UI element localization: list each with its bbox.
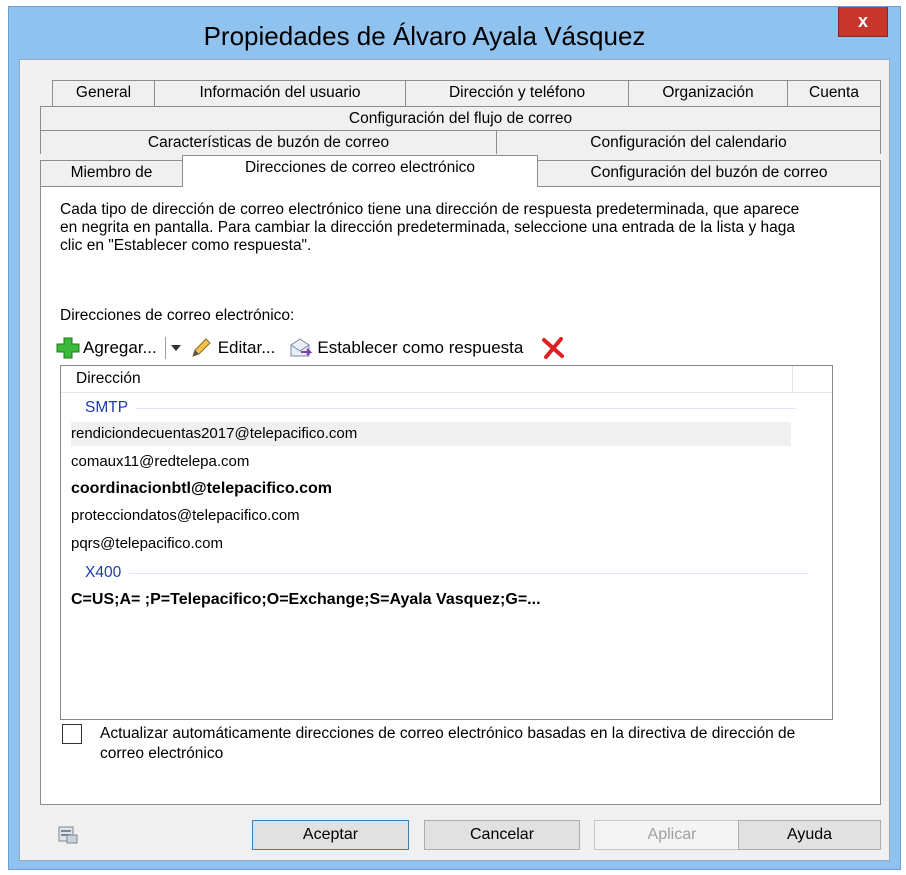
window-title: Propiedades de Álvaro Ayala Vásquez — [203, 21, 646, 51]
list-item-default-reply[interactable]: C=US;A= ;P=Telepacifico;O=Exchange;S=Aya… — [71, 588, 547, 612]
tab-direcciones-correo[interactable]: Direcciones de correo electrónico — [182, 155, 538, 187]
auto-update-label: Actualizar automáticamente direcciones d… — [100, 725, 796, 762]
list-header: Dirección — [61, 366, 832, 393]
delete-icon — [542, 337, 565, 359]
auto-update-checkbox[interactable] — [62, 724, 82, 744]
title-bar[interactable]: Propiedades de Álvaro Ayala Vásquez x — [9, 7, 900, 57]
add-dropdown-button[interactable] — [164, 337, 182, 359]
apply-button[interactable]: Aplicar — [594, 820, 750, 850]
tab-general[interactable]: General — [52, 80, 155, 106]
group-label: X400 — [85, 564, 122, 581]
group-header-x400: X400 — [85, 562, 810, 584]
separator — [164, 337, 166, 359]
ok-button[interactable]: Aceptar — [252, 820, 409, 850]
tab-caracteristicas-buzon[interactable]: Características de buzón de correo — [40, 130, 497, 154]
addresses-label: Direcciones de correo electrónico: — [60, 307, 295, 324]
description-text: Cada tipo de dirección de correo electró… — [60, 201, 800, 254]
delete-button[interactable] — [541, 337, 565, 359]
edit-label: Editar... — [217, 338, 276, 357]
chevron-down-icon — [170, 345, 181, 351]
tab-miembro-de[interactable]: Miembro de — [40, 160, 183, 186]
properties-page-icon — [58, 826, 78, 844]
tab-cuenta[interactable]: Cuenta — [787, 80, 881, 106]
address-list[interactable]: Dirección SMTP rendiciondecuentas2017@te… — [60, 365, 833, 720]
help-button[interactable]: Ayuda — [738, 820, 881, 850]
tab-configuracion-buzon[interactable]: Configuración del buzón de correo — [537, 160, 881, 186]
group-header-smtp: SMTP — [85, 397, 797, 419]
pencil-icon — [191, 338, 211, 357]
auto-update-option: Actualizar automáticamente direcciones d… — [62, 724, 820, 764]
group-divider — [129, 572, 810, 574]
column-header-direccion[interactable]: Dirección — [61, 366, 793, 392]
properties-dialog: Propiedades de Álvaro Ayala Vásquez x Ge… — [8, 6, 901, 870]
close-button[interactable]: x — [838, 7, 888, 37]
edit-button[interactable]: Editar... — [190, 337, 276, 359]
address-toolbar: Agregar... Editar... Establecer como res… — [56, 333, 569, 363]
set-reply-button[interactable]: Establecer como respuesta — [289, 337, 523, 359]
group-label: SMTP — [85, 399, 129, 416]
group-divider — [136, 407, 797, 409]
tab-calendario[interactable]: Configuración del calendario — [496, 130, 881, 154]
add-icon — [56, 337, 80, 359]
tab-direccion-telefono[interactable]: Dirección y teléfono — [405, 80, 629, 106]
add-label: Agregar... — [83, 338, 157, 357]
dialog-client-area: General Información del usuario Direcció… — [19, 59, 890, 861]
tab-organizacion[interactable]: Organización — [628, 80, 788, 106]
envelope-reply-icon — [290, 338, 313, 357]
add-button[interactable]: Agregar... — [56, 337, 157, 359]
list-item[interactable]: protecciondatos@telepacifico.com — [71, 504, 306, 528]
list-item-default-reply[interactable]: coordinacionbtl@telepacifico.com — [71, 477, 338, 501]
close-icon: x — [857, 11, 868, 31]
list-item[interactable]: comaux11@redtelepa.com — [71, 450, 255, 474]
set-reply-label: Establecer como respuesta — [317, 338, 524, 357]
list-item[interactable]: rendiciondecuentas2017@telepacifico.com — [71, 422, 791, 446]
tab-flujo-correo[interactable]: Configuración del flujo de correo — [40, 106, 881, 130]
tab-informacion-usuario[interactable]: Información del usuario — [154, 80, 406, 106]
cancel-button[interactable]: Cancelar — [424, 820, 580, 850]
list-item[interactable]: pqrs@telepacifico.com — [71, 532, 229, 556]
